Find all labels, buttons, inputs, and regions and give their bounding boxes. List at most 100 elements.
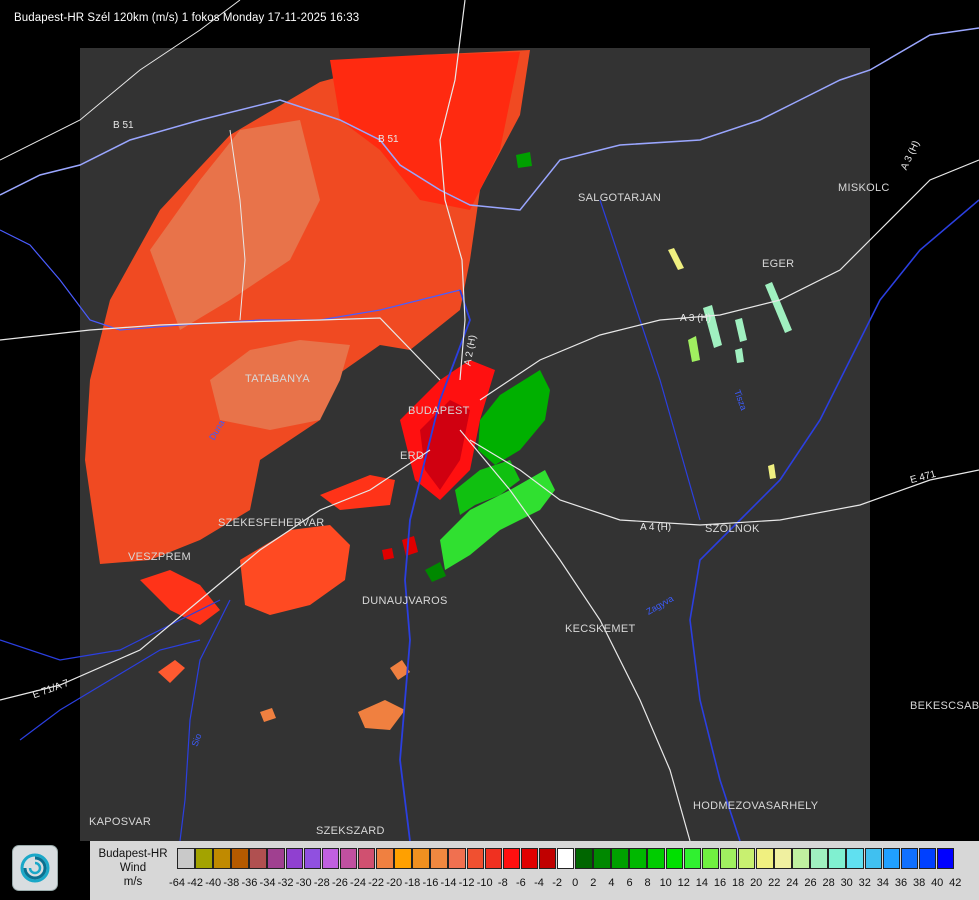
road-label-a4: A 4 (H): [640, 522, 672, 533]
legend-color-swatch: [303, 848, 322, 869]
legend-tick-label: 12: [677, 877, 690, 889]
legend-color-swatch: [394, 848, 412, 869]
legend-tick-label: 30: [840, 877, 853, 889]
road-label-b51-west: B 51: [113, 120, 134, 131]
radar-title: Budapest-HR Szél 120km (m/s) 1 fokos Mon…: [14, 12, 360, 24]
legend-color-swatch: [719, 848, 738, 869]
legend-color-swatch: [701, 848, 720, 869]
legend-color-swatch: [466, 848, 484, 869]
legend-tick-label: -16: [422, 877, 439, 889]
legend-tick-label: 0: [572, 877, 579, 889]
legend-tick-label: -64: [169, 877, 185, 889]
legend-color-swatch: [249, 848, 267, 869]
legend-tick-label: 4: [608, 877, 615, 889]
legend-color-swatch: [629, 848, 647, 869]
legend-tick-label: -18: [404, 877, 421, 889]
legend-color-swatch: [864, 848, 883, 869]
legend-tick-label: 14: [695, 877, 709, 889]
legend-color-swatch: [267, 848, 285, 869]
legend-color-swatch: [285, 848, 304, 869]
legend-color-swatch: [575, 848, 593, 869]
city-label-veszprem: VESZPREM: [128, 551, 191, 563]
legend-tick-label: -34: [259, 877, 276, 889]
legend-unit: m/s: [123, 876, 143, 888]
legend-tick-label: 2: [590, 877, 597, 889]
legend-tick-label: -38: [223, 877, 240, 889]
legend-color-swatch: [213, 848, 231, 869]
legend-label: Budapest-HR Wind m/s: [90, 847, 176, 889]
legend-tick-label: -40: [205, 877, 222, 889]
legend-color-swatch: [918, 848, 937, 869]
legend-radar-name: Budapest-HR: [98, 848, 168, 860]
legend-color-swatch: [647, 848, 665, 869]
legend-tick-label: -26: [331, 877, 348, 889]
legend-tick-label: -14: [440, 877, 457, 889]
legend-tick-label: 32: [858, 877, 871, 889]
road-label-b51-north: B 51: [378, 134, 399, 145]
legend-tick-label: -6: [516, 877, 526, 889]
legend-color-swatch: [321, 848, 340, 869]
city-label-miskolc: MISKOLC: [838, 182, 890, 194]
legend-product-name: Wind: [119, 862, 147, 874]
legend-color-swatch: [665, 848, 684, 869]
legend-tick-label: 20: [750, 877, 763, 889]
legend-tick-label: -42: [187, 877, 204, 889]
swirl-logo-icon: [20, 853, 50, 883]
velocity-legend: Budapest-HR Wind m/s -64 -42 -40 -38 -36 -34-…: [90, 841, 979, 900]
city-label-kaposvar: KAPOSVAR: [89, 816, 152, 828]
legend-color-scale: [177, 848, 955, 869]
radar-map: [0, 0, 979, 842]
legend-color-swatch: [846, 848, 864, 869]
legend-tick-label: 36: [894, 877, 908, 889]
city-label-szolnok: SZOLNOK: [705, 523, 760, 535]
legend-tick-label: -24: [350, 877, 366, 889]
legend-tick-label: 16: [713, 877, 727, 889]
legend-tick-label: 8: [644, 877, 651, 889]
legend-tick-label: -2: [552, 877, 562, 889]
legend-tick-label: -20: [386, 877, 403, 889]
legend-color-swatch: [756, 848, 774, 869]
legend-tick-label: -4: [534, 877, 544, 889]
legend-color-swatch: [882, 848, 901, 869]
legend-color-swatch: [339, 848, 358, 869]
city-label-hodmezovasarhely: HODMEZOVASARHELY: [693, 800, 819, 812]
city-label-tatabanya: TATABANYA: [245, 373, 310, 385]
legend-tick-label: 34: [876, 877, 890, 889]
legend-color-swatch: [448, 848, 466, 869]
legend-color-swatch: [357, 848, 376, 869]
legend-tick-label: 10: [659, 877, 672, 889]
legend-color-swatch: [376, 848, 394, 869]
city-label-szekesfehervar: SZEKESFEHERVAR: [218, 517, 325, 529]
city-label-eger: EGER: [762, 258, 795, 270]
legend-tick-label: 18: [731, 877, 745, 889]
velocity-echo-small-5: [382, 548, 394, 560]
legend-color-swatch: [538, 848, 557, 869]
legend-tick-label: -32: [277, 877, 294, 889]
legend-tick-label: -30: [295, 877, 312, 889]
legend-tick-label: 40: [931, 877, 944, 889]
city-label-budapest: BUDAPEST: [408, 405, 470, 417]
legend-tick-label: 28: [822, 877, 835, 889]
legend-tick-label: -8: [497, 877, 508, 889]
legend-tick-label: 38: [912, 877, 926, 889]
legend-color-swatch: [177, 848, 195, 869]
legend-color-swatch: [737, 848, 756, 869]
city-label-szekszard: SZEKSZARD: [316, 825, 385, 837]
city-label-bekescsaba: BEKESCSABA: [910, 700, 979, 712]
legend-tick-label: -36: [241, 877, 258, 889]
legend-color-swatch: [792, 848, 810, 869]
legend-color-swatch: [412, 848, 430, 869]
legend-color-swatch: [683, 848, 702, 869]
legend-tick-labels: -64 -42 -40 -38 -36 -34 -32 -30 -28 -26 -24 -22 -20-…: [169, 877, 977, 891]
legend-color-swatch: [936, 848, 955, 869]
legend-color-swatch: [556, 848, 575, 869]
legend-color-swatch: [484, 848, 503, 869]
legend-color-swatch: [195, 848, 213, 869]
legend-tick-label: 26: [804, 877, 817, 889]
city-label-kecskemet: KECSKEMET: [565, 623, 636, 635]
legend-tick-label: -22: [368, 877, 385, 889]
legend-color-swatch: [502, 848, 521, 869]
legend-tick-label: -10: [476, 877, 493, 889]
legend-color-swatch: [828, 848, 846, 869]
legend-tick-label: 6: [626, 877, 633, 889]
